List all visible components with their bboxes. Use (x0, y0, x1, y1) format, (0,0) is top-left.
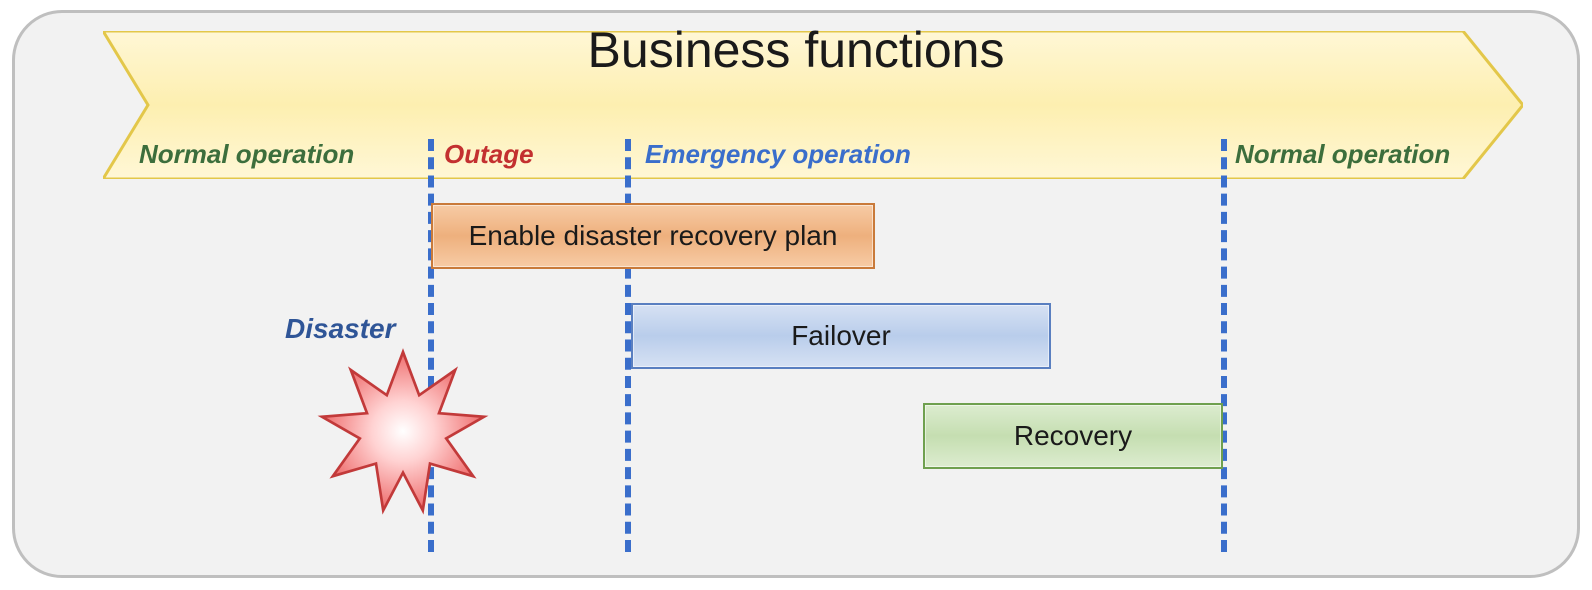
divider-normal-resume (1221, 139, 1227, 552)
phase-normal-operation-1: Normal operation (139, 139, 354, 170)
box-recovery: Recovery (923, 403, 1223, 469)
box-enable-dr-plan: Enable disaster recovery plan (431, 203, 875, 269)
diagram-container: Business functions Normal operation Outa… (12, 10, 1580, 578)
box-label: Failover (791, 320, 891, 352)
disaster-label: Disaster (285, 313, 396, 345)
banner-title: Business functions (588, 21, 1005, 79)
phase-normal-operation-2: Normal operation (1235, 139, 1450, 170)
box-label: Recovery (1014, 420, 1132, 452)
box-failover: Failover (631, 303, 1051, 369)
phase-emergency-operation: Emergency operation (645, 139, 911, 170)
starburst-icon (313, 343, 493, 523)
phase-outage: Outage (444, 139, 534, 170)
box-label: Enable disaster recovery plan (469, 220, 838, 252)
